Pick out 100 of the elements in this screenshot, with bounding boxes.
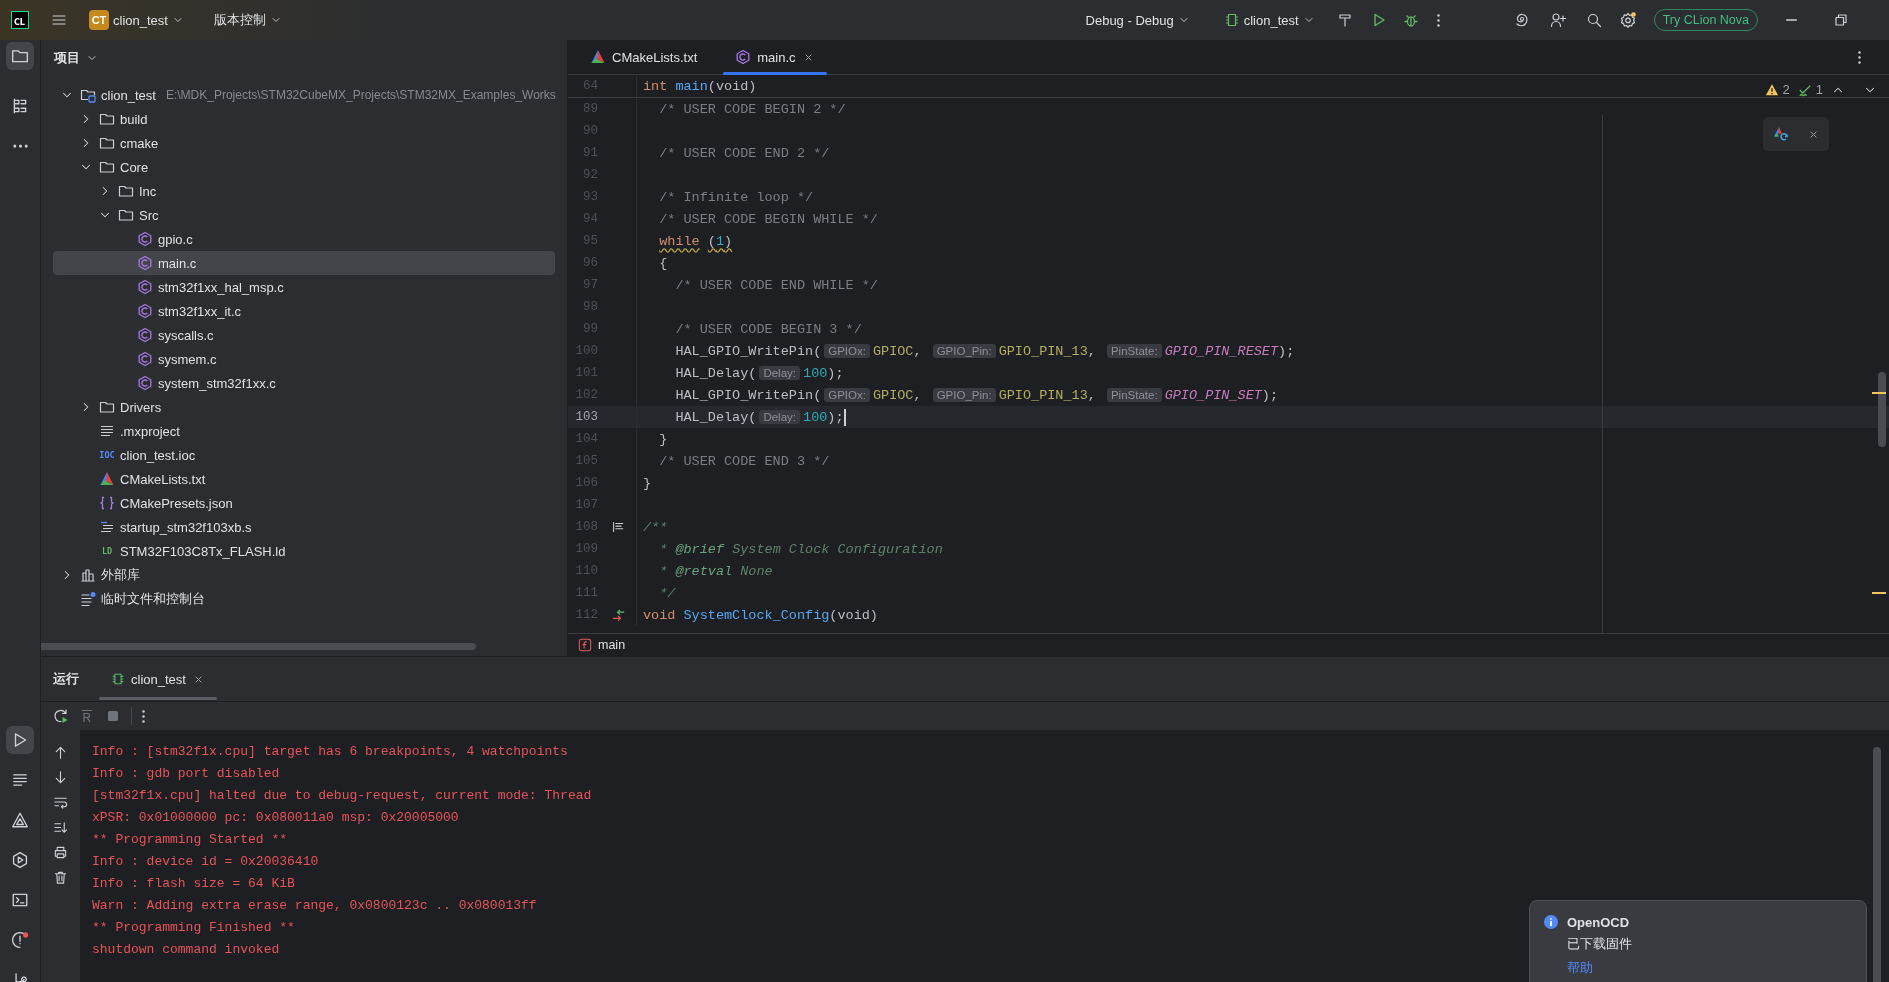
rerun-icon[interactable] [53,708,69,724]
tree-item[interactable]: Core [53,155,555,179]
code-text: ); [827,365,844,381]
tree-item[interactable]: cmake [53,131,555,155]
rerun-failed-icon[interactable] [79,708,95,724]
keyword: void [643,607,676,623]
settings-icon [1619,12,1636,28]
doc-comment: * [659,541,668,557]
hexagon-play-icon [11,851,29,869]
code-text: , [1087,343,1097,359]
tree-item[interactable]: startup_stm32f103xb.s [53,515,555,539]
soft-wrap-icon[interactable] [53,795,68,810]
tree-item[interactable]: Src [53,203,555,227]
problems-icon [11,931,29,949]
warning-marker[interactable] [1872,392,1886,394]
stop-icon[interactable] [105,708,121,724]
number: 1 [715,233,725,249]
c-file-icon [137,279,153,295]
inlay-hint: PinState: [1106,344,1162,358]
code-text: (void) [707,78,757,94]
cmake-icon [590,49,606,65]
run-tab[interactable]: clion_test [99,657,217,701]
tree-item[interactable]: LD STM32F103C8Tx_FLASH.ld [53,539,555,563]
structure-icon [11,97,29,115]
hammer-icon [1336,12,1353,28]
tree-item[interactable]: 临时文件和控制台 [53,587,555,611]
more-icon[interactable] [1858,50,1861,64]
code-text: ); [1278,343,1295,359]
help-link[interactable]: 帮助 [1567,959,1593,977]
horizontal-scrollbar[interactable] [41,643,476,650]
tree-item[interactable]: CMakePresets.json [53,491,555,515]
code-text: HAL_Delay( [675,409,757,425]
cmake-reload-icon[interactable] [1772,126,1789,142]
vcs-menu[interactable]: 版本控制 [207,7,288,33]
tree-item[interactable]: IOC clion_test.ioc [53,443,555,467]
project-switcher[interactable]: CT clion_test [83,6,190,34]
warning-marker[interactable] [1872,592,1886,594]
more-icon[interactable] [142,709,145,723]
tree-item[interactable]: stm32f1xx_it.c [53,299,555,323]
tree-item[interactable]: stm32f1xx_hal_msp.c [53,275,555,299]
code-text: , [913,343,923,359]
tree-item[interactable]: system_stm32f1xx.c [53,371,555,395]
code-text: HAL_GPIO_WritePin( [675,343,822,359]
function-icon [578,638,592,652]
console-line: xPSR: 0x01000000 pc: 0x080011a0 msp: 0x20005000 [92,809,459,827]
weak-warning-count[interactable]: 1 [1815,82,1823,97]
console-line: Info : [stm32f1x.cpu] target has 6 breakpoints, 4 watchpoints [92,743,568,761]
warning-count[interactable]: 2 [1782,82,1790,97]
code-text: ( [707,233,716,249]
run-tool-button[interactable] [6,726,34,754]
console-line: shutdown command invoked [92,941,280,959]
project-tool-button[interactable] [6,42,34,70]
tree-item[interactable]: CMakeLists.txt [53,467,555,491]
comment: /* USER CODE BEGIN 3 */ [675,321,862,337]
vertical-scrollbar[interactable] [1878,372,1886,447]
code-text: HAL_GPIO_WritePin( [675,387,822,403]
scroll-to-end-icon[interactable] [53,820,68,835]
tree-item[interactable]: gpio.c [53,227,555,251]
navigation-arrows-icon[interactable] [610,607,626,623]
console-line: [stm32f1x.cpu] halted due to debug-request, current mode: Thread [92,787,592,805]
code-text: } [643,475,652,491]
number: 100 [803,409,828,425]
folder-icon [99,111,115,127]
editor-tab[interactable]: CMakeLists.txt [578,40,710,74]
inlay-hint: GPIOx: [824,388,870,402]
panel-title: 运行 [53,670,79,688]
run-config-group[interactable]: Debug - Debug [1079,8,1196,32]
breadcrumb[interactable]: main [578,638,626,652]
tree-item[interactable]: clion_test E:\MDK_Projects\STM32CubeMX_Projects\STM32MX_Examples_Works [53,83,555,107]
tree-item[interactable]: .mxproject [53,419,555,443]
tree-item[interactable]: Drivers [53,395,555,419]
code-text: HAL_Delay( [675,365,757,381]
app-logo: CL [11,11,29,29]
tree-item[interactable]: syscalls.c [53,323,555,347]
trash-icon[interactable] [53,870,68,885]
c-file-icon [137,351,153,367]
vertical-scrollbar[interactable] [1873,747,1881,982]
inlay-hint: GPIO_Pin: [932,388,996,402]
doc-render-icon[interactable] [611,520,625,534]
comment: /* USER CODE BEGIN 2 */ [659,101,846,117]
tree-item[interactable]: main.c [53,251,555,275]
tree-item[interactable]: sysmem.c [53,347,555,371]
printer-icon[interactable] [53,845,68,860]
down-arrow-icon[interactable] [53,770,68,785]
editor-tab[interactable]: main.c [723,40,827,74]
tree-item[interactable]: build [53,107,555,131]
enum-constant: GPIO_PIN_SET [1164,387,1262,403]
run-config-selector[interactable]: clion_test [1217,8,1321,32]
cmake-icon [99,471,115,487]
project-badge: CT [89,10,109,30]
panel-title-menu[interactable]: 项目 [50,47,102,69]
folder-icon [118,183,134,199]
config-icon [1223,12,1240,28]
tree-item[interactable]: 外部库 [53,563,555,587]
code-text: } [659,431,668,447]
tree-item[interactable]: Inc [53,179,555,203]
inlay-hint: GPIO_Pin: [932,344,996,358]
scratch-icon [80,591,96,607]
up-arrow-icon[interactable] [53,745,68,760]
notification-title: OpenOCD [1567,914,1630,932]
